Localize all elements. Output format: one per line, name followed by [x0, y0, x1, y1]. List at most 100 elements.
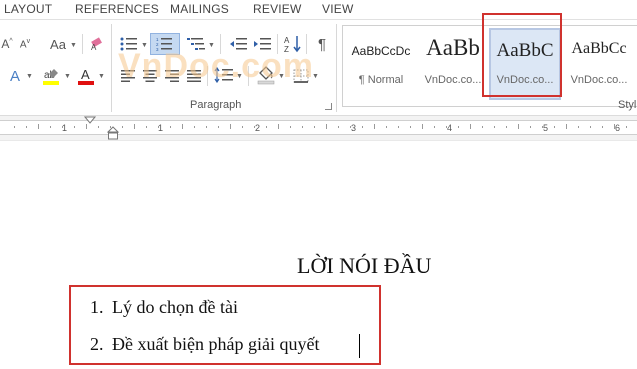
pilcrow-icon: ¶ [317, 35, 327, 53]
ruler-tick [314, 126, 315, 128]
shrink-font-icon: Av [19, 37, 31, 51]
group-divider [336, 24, 337, 112]
ruler-tick [98, 126, 99, 128]
style-sample: AaBb [426, 35, 480, 60]
selected-style-annotation [482, 13, 562, 97]
tab-references[interactable]: REFERENCES [75, 2, 159, 16]
first-line-indent-marker-icon[interactable] [84, 116, 96, 126]
ruler-number: 3 [351, 123, 357, 133]
ruler-number: 1 [158, 123, 164, 133]
ruler-tick [122, 126, 123, 128]
ruler-number: 5 [543, 123, 549, 133]
font-color-button[interactable]: A [76, 66, 96, 86]
grow-font-icon: A^ [1, 37, 13, 51]
ruler-tick [614, 124, 615, 129]
shrink-font-button[interactable]: Av [18, 36, 32, 52]
ruler-tick [218, 126, 219, 128]
ruler-tick [434, 126, 435, 128]
ruler-tick [422, 124, 423, 129]
ruler-tick [26, 126, 27, 128]
ruler-tick [194, 126, 195, 128]
ruler-number: 1 [62, 123, 68, 133]
ruler-tick [446, 126, 447, 128]
style-normal[interactable]: AaBbCcDc ¶ Normal [345, 28, 417, 100]
document-title: LỜI NÓI ĐẦU [297, 253, 432, 278]
style-caption: ¶ Normal [358, 74, 404, 86]
list-annotation [69, 285, 381, 365]
ruler-number: 4 [447, 123, 453, 133]
style-heading-3[interactable]: AaBbCc VnDoc.co... [563, 28, 635, 100]
group-divider [111, 24, 112, 112]
ruler-tick [62, 126, 63, 128]
ruler-tick [494, 126, 495, 128]
divider [82, 34, 83, 54]
ruler-tick [398, 126, 399, 128]
ruler-tick [338, 126, 339, 128]
text-effects-icon: A [9, 67, 20, 85]
font-color-icon: A [78, 67, 94, 85]
ruler-tick [554, 126, 555, 128]
ruler-tick [326, 124, 327, 129]
text-highlight-dropdown-icon[interactable]: ▼ [64, 73, 71, 80]
style-sample: AaBbCcDc [351, 44, 411, 58]
ruler-number: 6 [615, 123, 621, 133]
ruler-tick [134, 124, 135, 129]
style-caption: VnDoc.co... [424, 74, 482, 86]
ruler-tick [458, 126, 459, 128]
ruler-tick [278, 124, 279, 129]
text-effects-dropdown-icon[interactable]: ▼ [26, 73, 33, 80]
ruler-tick [74, 126, 75, 128]
ruler-tick [386, 126, 387, 128]
tab-view[interactable]: VIEW [322, 2, 353, 16]
tab-review[interactable]: REVIEW [253, 2, 302, 16]
ruler-tick [206, 126, 207, 128]
ruler-tick [14, 126, 15, 128]
tab-mailings[interactable]: MAILINGS [170, 2, 229, 16]
change-case-label: Aa [50, 36, 66, 52]
svg-text:A: A [91, 43, 97, 51]
ruler-tick [146, 126, 147, 128]
style-caption: VnDoc.co... [570, 74, 628, 86]
ruler-tick [158, 126, 159, 128]
hanging-indent-marker-icon[interactable] [107, 126, 119, 140]
tab-layout[interactable]: LAYOUT [4, 2, 52, 16]
horizontal-ruler[interactable]: 1 1 2 3 4 5 6 [0, 115, 637, 141]
ruler-tick [182, 124, 183, 129]
ruler-tick [602, 126, 603, 128]
clear-formatting-button[interactable]: A [88, 36, 106, 52]
ruler-tick [302, 126, 303, 128]
ruler-tick [374, 124, 375, 129]
ruler-tick [254, 126, 255, 128]
grow-font-button[interactable]: A^ [0, 36, 14, 52]
watermark-logo: VnDoc.com [118, 47, 315, 85]
ruler-tick [518, 124, 519, 129]
ruler-tick [470, 124, 471, 129]
change-case-dropdown-icon[interactable]: ▼ [70, 42, 77, 49]
ruler-tick [50, 126, 51, 128]
ruler-tick [566, 124, 567, 129]
ruler-tick [170, 126, 171, 128]
svg-text:A: A [284, 36, 290, 45]
eraser-icon: A [91, 37, 102, 51]
ruler-tick [266, 126, 267, 128]
ruler-tick [626, 126, 627, 128]
ruler-tick [350, 126, 351, 128]
change-case-button[interactable]: Aa [46, 36, 70, 52]
ruler-tick [578, 126, 579, 128]
ruler-tick [410, 126, 411, 128]
ruler-tick [542, 126, 543, 128]
style-sample: AaBbCc [571, 40, 627, 57]
text-effects-button[interactable]: A [6, 67, 24, 85]
ruler-tick [590, 126, 591, 128]
ruler-number: 2 [255, 123, 261, 133]
highlighter-icon: ab [43, 69, 59, 85]
ruler-tick [362, 126, 363, 128]
text-highlight-button[interactable]: ab [40, 66, 62, 86]
ruler-tick [482, 126, 483, 128]
paragraph-dialog-launcher-icon[interactable] [325, 103, 332, 110]
font-color-dropdown-icon[interactable]: ▼ [98, 73, 105, 80]
ruler-tick [38, 124, 39, 129]
show-hide-marks-button[interactable]: ¶ [313, 35, 331, 53]
ruler-tick [506, 126, 507, 128]
style-heading-1[interactable]: AaBb VnDoc.co... [417, 28, 489, 100]
